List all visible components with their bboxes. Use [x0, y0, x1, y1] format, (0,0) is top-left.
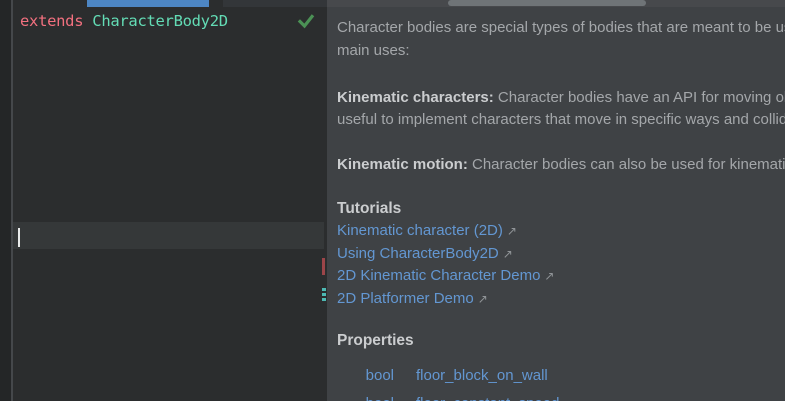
scrollbar-error-marker [322, 258, 325, 275]
property-name-link[interactable]: floor_block_on_wall [416, 367, 548, 384]
current-line-highlight [13, 222, 324, 249]
text-caret [18, 228, 20, 247]
scrollbar-caret-marker [322, 288, 326, 301]
doc-horizontal-scrollbar-thumb[interactable] [448, 0, 646, 6]
doc-bold-lead: Kinematic motion: [337, 156, 468, 173]
external-link-icon: ↗ [544, 269, 555, 283]
script-editor-panel: extends CharacterBody2D [0, 0, 340, 401]
external-link-icon: ↗ [502, 247, 513, 261]
code-edit-area[interactable]: extends CharacterBody2D [13, 7, 327, 401]
doc-text: useful to implement characters that move… [337, 111, 785, 128]
doc-paragraph-line: useful to implement characters that move… [337, 111, 785, 128]
doc-paragraph-line: Character bodies are special types of bo… [337, 19, 785, 36]
keyword-token: extends [20, 12, 84, 30]
tutorial-link-row: Kinematic character (2D) ↗ [337, 222, 517, 239]
property-name-link[interactable]: floor_constant_speed [416, 395, 559, 401]
property-type-link[interactable]: bool [337, 367, 394, 384]
editor-left-rail [0, 0, 11, 401]
active-tab-indicator[interactable] [87, 0, 209, 7]
tutorial-link[interactable]: Kinematic character (2D) [337, 222, 503, 239]
tutorial-link[interactable]: Using CharacterBody2D [337, 245, 499, 262]
external-link-icon: ↗ [506, 224, 517, 238]
external-link-icon: ↗ [477, 292, 488, 306]
class-type-token: CharacterBody2D [92, 12, 228, 30]
doc-paragraph-line: main uses: [337, 42, 410, 59]
property-row: bool floor_constant_speed [337, 395, 560, 401]
doc-paragraph-line: Kinematic motion: Character bodies can a… [337, 156, 785, 173]
tutorial-link-row: 2D Kinematic Character Demo ↗ [337, 267, 554, 284]
property-type-link[interactable]: bool [337, 395, 394, 401]
doc-text: Character bodies have an API for moving … [497, 89, 785, 106]
code-line: extends CharacterBody2D [20, 12, 228, 30]
tutorial-link[interactable]: 2D Kinematic Character Demo [337, 267, 540, 284]
doc-text: Character bodies are special types of bo… [337, 19, 785, 36]
doc-text: Character bodies can also be used for ki… [472, 156, 785, 173]
tutorial-link-row: 2D Platformer Demo ↗ [337, 290, 488, 307]
property-row: bool floor_block_on_wall [337, 367, 548, 384]
tutorial-link[interactable]: 2D Platformer Demo [337, 290, 474, 307]
doc-bold-lead: Kinematic characters: [337, 89, 494, 106]
doc-text: main uses: [337, 42, 410, 59]
tutorials-heading: Tutorials [337, 200, 402, 217]
doc-paragraph-line: Kinematic characters: Character bodies h… [337, 89, 785, 106]
godot-script-editor-window: extends CharacterBody2D Character bodies… [0, 0, 785, 401]
help-doc-panel[interactable]: Character bodies are special types of bo… [327, 0, 785, 401]
properties-heading: Properties [337, 332, 414, 349]
tutorial-link-row: Using CharacterBody2D ↗ [337, 245, 513, 262]
tab-strip-background [223, 0, 340, 7]
script-valid-check-icon [297, 14, 315, 29]
